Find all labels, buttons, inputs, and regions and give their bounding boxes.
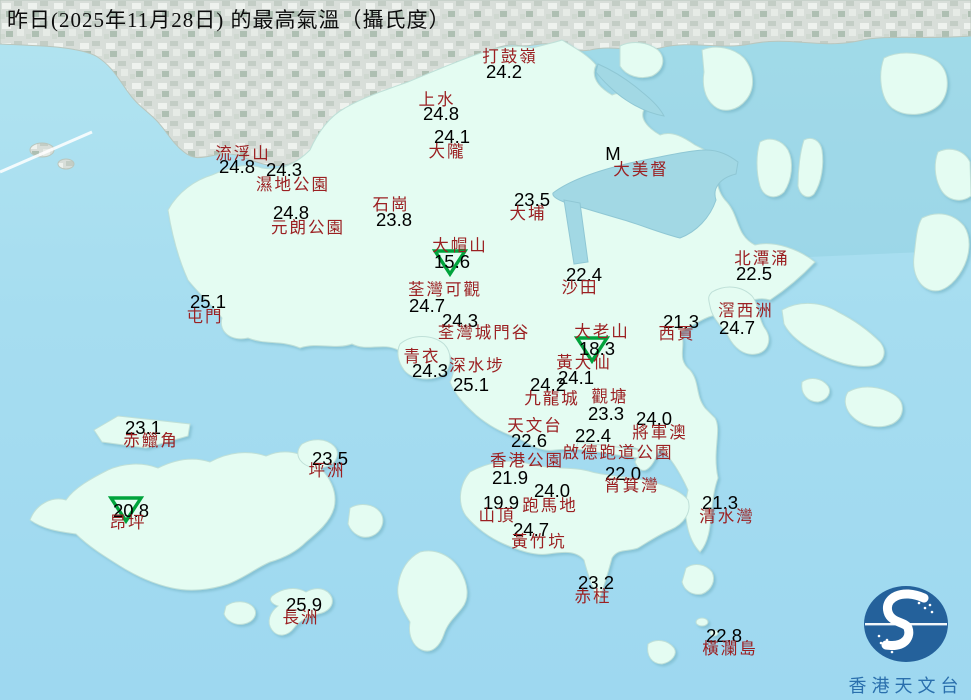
station-name-label: 濕地公園 — [256, 174, 330, 194]
station-name-label: 香港公園 — [490, 450, 564, 470]
station-name-label: 昂坪 — [109, 512, 147, 532]
station-name-label: 荃灣城門谷 — [437, 322, 531, 342]
hko-temperature-map-page: 昨日(2025年11月28日) 的最高氣溫（攝氏度） 24.2 打鼓嶺 24.8 上水… — [0, 0, 971, 700]
hong-kong-map — [0, 0, 971, 700]
station-name-label: 赤鱲角 — [123, 430, 179, 450]
page-title: 昨日(2025年11月28日) 的最高氣溫（攝氏度） — [7, 8, 451, 32]
station-name-label: 長洲 — [282, 607, 320, 627]
station-name-label: 天文台 — [507, 415, 563, 435]
station-name-label: 赤柱 — [574, 586, 612, 606]
hko-logo-icon — [864, 586, 948, 662]
station-name-label: 啟德跑道公園 — [562, 442, 674, 462]
station-name-label: 大帽山 — [432, 235, 488, 255]
station-name-label: 山頂 — [478, 505, 516, 525]
station-value: 21.9 — [491, 466, 529, 488]
station-name-label: 深水埗 — [449, 355, 505, 375]
hko-logo: 香港天文台 HONG KONG OBSERVATORY — [836, 584, 971, 700]
station-name-label: 橫瀾島 — [702, 638, 758, 658]
hei-ling-chau-island — [347, 504, 384, 538]
station-name-label: 大老山 — [574, 321, 630, 341]
station-name-label: 打鼓嶺 — [482, 46, 538, 66]
mirs-bay-island — [756, 138, 792, 198]
station-name-label: 元朗公園 — [271, 217, 345, 237]
station-name-label: 黃大仙 — [556, 352, 612, 372]
station-name-label: 大美督 — [613, 159, 669, 179]
station-name-label: 跑馬地 — [522, 495, 578, 515]
station-name-label: 荃灣可觀 — [408, 279, 482, 299]
mirs-bay-island — [880, 52, 948, 115]
station-name-label: 石崗 — [372, 194, 410, 214]
station-name-label: 清水灣 — [699, 506, 755, 526]
station-name-label: 大埔 — [509, 203, 547, 223]
station-name-label: 西貢 — [658, 323, 696, 343]
tung-lung-island — [681, 564, 715, 595]
station-name-label: 坪洲 — [308, 460, 346, 480]
station-name-label: 沙田 — [561, 277, 599, 297]
station-name-label: 北潭涌 — [734, 248, 790, 268]
hko-logo-chinese-name: 香港天文台 — [848, 676, 964, 696]
deep-bay-islet — [57, 158, 75, 170]
station-name-label: 大隴 — [428, 141, 466, 161]
station-name-label: 將軍澳 — [632, 422, 688, 442]
station-name-label: 流浮山 — [215, 143, 271, 163]
station-name-label: 觀塘 — [591, 386, 629, 406]
station-value: 24.7 — [408, 294, 446, 316]
station-value: 24.7 — [718, 316, 756, 338]
station-value: 23.3 — [587, 402, 625, 424]
station-value: 15.6 — [433, 250, 471, 272]
station-name-label: 筲箕灣 — [604, 475, 660, 495]
station-name-label: 青衣 — [403, 346, 441, 366]
station-value: 25.1 — [452, 373, 490, 395]
station-name-label: 上水 — [418, 89, 456, 109]
shek-kwu-chau-island — [223, 601, 257, 625]
station-name-label: 滘西洲 — [718, 300, 774, 320]
station-name-label: 九龍城 — [524, 388, 580, 408]
station-name-label: 黃竹坑 — [511, 531, 567, 551]
station-name-label: 屯門 — [186, 306, 224, 326]
